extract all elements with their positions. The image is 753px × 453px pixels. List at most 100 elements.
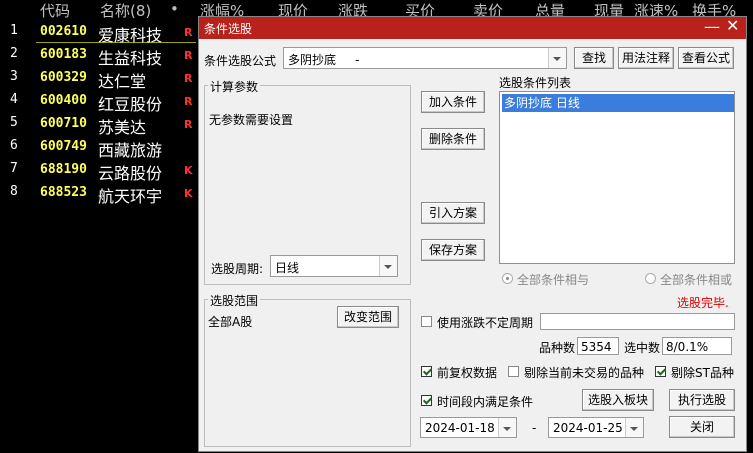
add-condition-button[interactable]: 加入条件 [421, 91, 485, 113]
stock-flag: R [184, 26, 193, 39]
chevron-down-icon[interactable] [379, 256, 397, 276]
table-row[interactable]: 1 002610 爱康科技 R [0, 23, 200, 46]
count-field: 5354 [577, 337, 619, 355]
dialog-title: 条件选股 [204, 22, 253, 36]
minimize-icon[interactable]: — [704, 17, 720, 36]
table-row[interactable]: 7 688190 云路股份 K [0, 161, 200, 184]
stock-flag: K [184, 187, 193, 200]
stock-code: 688523 [40, 185, 87, 200]
fq-checkbox[interactable] [421, 366, 432, 377]
chevron-down-icon[interactable] [498, 418, 516, 437]
stock-name: 云路股份 [98, 164, 163, 183]
count-value: 5354 [581, 340, 612, 354]
exclude-untraded-checkbox[interactable] [508, 366, 519, 377]
condition-list[interactable]: 多阴抄底 日线 [499, 91, 735, 264]
row-index: 3 [10, 69, 18, 84]
stock-name: 爱康科技 [98, 26, 163, 45]
table-row[interactable]: 4 600400 红豆股份 R [0, 92, 200, 115]
selected-label: 选中数 [624, 341, 661, 355]
time-range-checkbox[interactable] [421, 395, 432, 406]
stock-code: 600749 [40, 139, 87, 154]
radio-or-label: 全部条件相或 [660, 273, 733, 287]
import-scheme-button[interactable]: 引入方案 [421, 202, 485, 224]
formula-label: 条件选股公式 [204, 54, 277, 68]
chevron-down-icon[interactable] [625, 418, 643, 437]
stock-code: 002610 [40, 24, 87, 39]
row-index: 4 [10, 92, 18, 107]
radio-and[interactable] [502, 273, 513, 284]
change-range-button[interactable]: 改变范围 [337, 306, 399, 328]
radio-and-label: 全部条件相与 [517, 273, 590, 287]
exclude-untraded-label: 剔除当前未交易的品种 [524, 366, 645, 380]
date-to-picker[interactable]: 2024-01-25 [548, 417, 644, 438]
selected-field: 8/0.1% [662, 337, 732, 355]
date-from-value: 2024-01-18 [425, 421, 495, 435]
table-row[interactable]: 5 600710 苏美达 R [0, 115, 200, 138]
chevron-down-icon[interactable] [548, 48, 566, 68]
execute-button[interactable]: 执行选股 [669, 389, 735, 411]
formula-value: 多阴抄底 - [288, 53, 360, 67]
date-from-picker[interactable]: 2024-01-18 [420, 417, 517, 438]
row-index: 2 [10, 46, 18, 61]
exclude-st-label: 剔除ST品种 [671, 366, 734, 380]
table-row[interactable]: 2 600183 生益科技 R [0, 46, 200, 69]
col-dot: • [170, 0, 179, 18]
fq-label: 前复权数据 [437, 366, 498, 380]
stock-code: 688190 [40, 162, 87, 177]
table-row[interactable]: 6 600749 西藏旅游 [0, 138, 200, 161]
stock-flag: R [184, 95, 193, 108]
dialog-title-bar[interactable]: 条件选股 — ✕ [199, 16, 746, 39]
table-row[interactable]: 3 600329 达仁堂 R [0, 69, 200, 92]
range-label: 选股范围 [208, 292, 261, 309]
stock-flag: R [184, 118, 193, 131]
date-separator: - [532, 421, 537, 435]
period-label: 选股周期: [211, 262, 264, 276]
stock-name: 苏美达 [98, 118, 147, 137]
use-period-checkbox[interactable] [421, 316, 432, 327]
stock-flag: R [184, 72, 193, 85]
row-index: 6 [10, 138, 18, 153]
col-name[interactable]: 名称(8) [100, 0, 151, 21]
find-button[interactable]: 查找 [574, 47, 614, 69]
no-params-text: 无参数需要设置 [209, 113, 294, 127]
to-block-button[interactable]: 选股入板块 [582, 389, 654, 411]
stock-name: 红豆股份 [98, 95, 163, 114]
stock-flag: R [184, 49, 193, 62]
view-formula-button[interactable]: 查看公式 [678, 47, 734, 69]
stock-name: 航天环宇 [98, 187, 163, 206]
row-index: 8 [10, 184, 18, 199]
stock-code: 600710 [40, 116, 87, 131]
row-index: 5 [10, 115, 18, 130]
period-select[interactable]: 日线 [270, 255, 398, 277]
radio-or[interactable] [645, 273, 656, 284]
selected-value: 8/0.1% [666, 340, 709, 354]
stock-code: 600183 [40, 47, 87, 62]
close-icon[interactable]: ✕ [726, 16, 739, 35]
use-period-label: 使用涨跌不定周期 [437, 316, 534, 330]
col-code[interactable]: 代码 [40, 0, 70, 21]
formula-select[interactable]: 多阴抄底 - [283, 47, 567, 69]
save-scheme-button[interactable]: 保存方案 [421, 239, 485, 261]
range-value: 全部A股 [208, 315, 253, 329]
stock-name: 生益科技 [98, 49, 163, 68]
condition-list-label: 选股条件列表 [499, 76, 572, 90]
calc-params-label: 计算参数 [208, 78, 261, 95]
row-index: 7 [10, 161, 18, 176]
stock-name: 达仁堂 [98, 72, 147, 91]
date-to-value: 2024-01-25 [553, 421, 623, 435]
close-button[interactable]: 关闭 [669, 416, 735, 438]
row-index: 1 [10, 23, 18, 38]
stock-code: 600400 [40, 93, 87, 108]
stock-code: 600329 [40, 70, 87, 85]
time-range-label: 时间段内满足条件 [437, 395, 534, 409]
exclude-st-checkbox[interactable] [655, 366, 666, 377]
list-item[interactable]: 多阴抄底 日线 [502, 94, 734, 112]
usage-notes-button[interactable]: 用法注释 [618, 47, 674, 69]
table-row[interactable]: 8 688523 航天环宇 K [0, 184, 200, 207]
period-value: 日线 [275, 261, 300, 275]
count-label: 品种数 [539, 341, 576, 355]
status-text: 选股完毕. [677, 296, 729, 310]
stock-flag: K [184, 164, 193, 177]
period-input[interactable] [540, 313, 735, 330]
delete-condition-button[interactable]: 删除条件 [421, 128, 485, 150]
